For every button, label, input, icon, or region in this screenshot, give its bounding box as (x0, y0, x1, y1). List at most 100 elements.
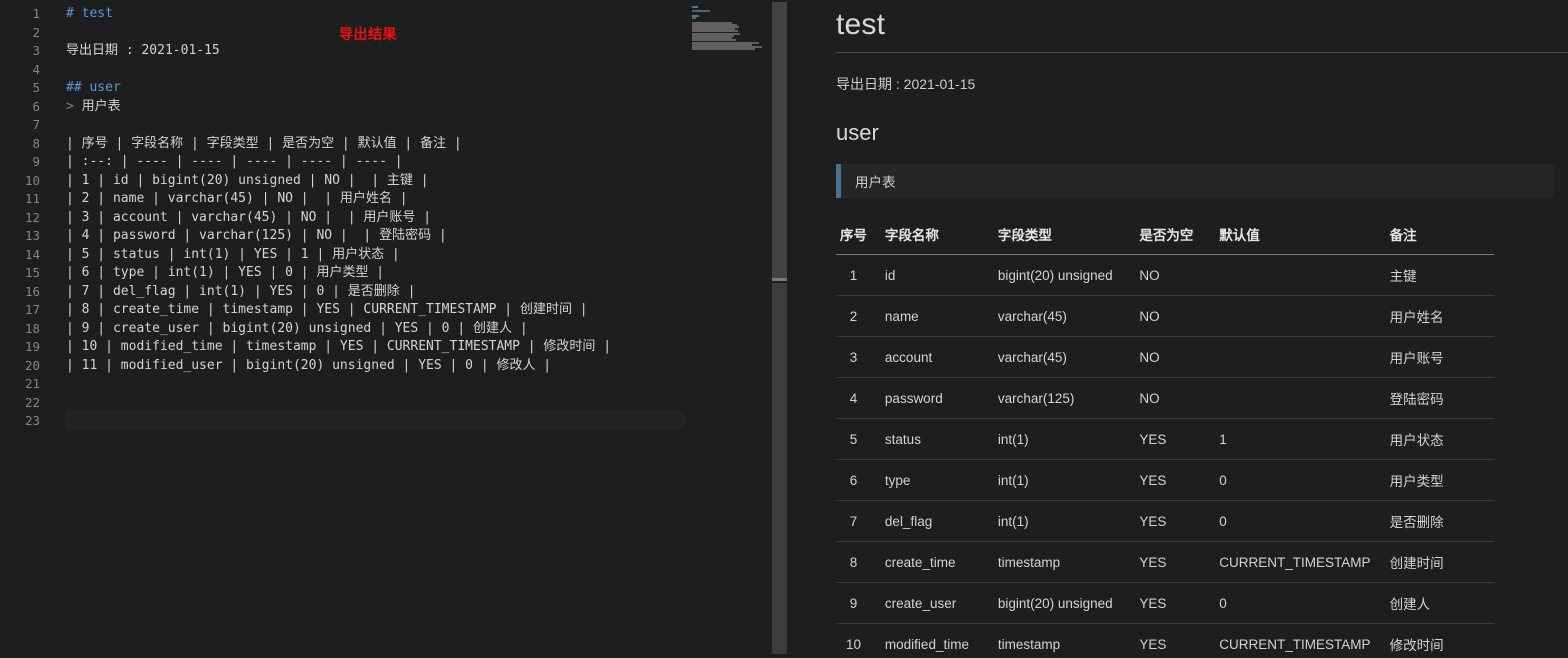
minimap-line (692, 6, 699, 8)
minimap-line (692, 17, 697, 20)
code-line[interactable]: 9 | :--: | ---- | ---- | ---- | ---- | --… (0, 153, 690, 172)
table-cell: 用户姓名 (1389, 295, 1494, 337)
table-cell: timestamp (997, 623, 1140, 658)
line-text: | 3 | account | varchar(45) | NO | | 用户账… (66, 209, 432, 225)
code-line[interactable]: 17 | 8 | create_time | timestamp | YES | … (0, 301, 690, 320)
code-line[interactable]: 13 | 4 | password | varchar(125) | NO | |… (0, 227, 690, 246)
preview-content: test 导出日期 : 2021-01-15 user 用户表 序号 字段名称 字段… (836, 0, 1568, 658)
line-number: 8 (32, 135, 40, 151)
code-line[interactable]: 7 (0, 116, 690, 135)
table-cell: create_user (884, 582, 998, 624)
table-row: 3 account varchar(45) NO 用户账号 (836, 336, 1494, 378)
scrollbar-track-lower[interactable] (772, 283, 787, 654)
line-text: | 7 | del_flag | int(1) | YES | 0 | 是否删除… (66, 283, 416, 299)
table-cell: 4 (836, 377, 885, 419)
table-cell: 用户状态 (1389, 418, 1494, 460)
minimap-line (692, 10, 710, 13)
code-line[interactable]: 12 | 3 | account | varchar(45) | NO | | 用… (0, 209, 690, 228)
table-cell: NO (1139, 295, 1220, 337)
table-header-row: 序号 字段名称 字段类型 是否为空 默认值 备注 (836, 220, 1494, 255)
line-number: 15 (24, 265, 40, 280)
table-cell: CURRENT_TIMESTAMP (1219, 623, 1390, 658)
scrollbar-position-marker (772, 278, 787, 281)
table-column-header: 默认值 (1219, 220, 1390, 255)
code-line[interactable]: 4 (0, 61, 690, 80)
code-line[interactable]: 23 (0, 412, 690, 431)
table-cell: timestamp (997, 541, 1140, 583)
line-text: | 8 | create_time | timestamp | YES | CU… (66, 302, 588, 317)
line-number: 10 (24, 172, 40, 188)
table-cell: id (884, 254, 998, 296)
code-line[interactable]: 16 | 7 | del_flag | int(1) | YES | 0 | 是否… (0, 283, 690, 302)
table-row: 1 id bigint(20) unsigned NO 主键 (836, 254, 1494, 296)
table-head: 序号 字段名称 字段类型 是否为空 默认值 备注 (836, 220, 1494, 255)
table-cell (1219, 336, 1390, 378)
code-line[interactable]: 6 > 用户表 (0, 98, 690, 117)
line-number: 11 (24, 191, 40, 206)
code-editor-area[interactable]: 1 # test 2 3 导出日期 : 2021-01-15 4 5 ## user 6 > 用户… (0, 0, 690, 658)
line-text: | 6 | type | int(1) | YES | 0 | 用户类型 | (66, 265, 385, 280)
code-line[interactable]: 20 | 11 | modified_user | bigint(20) unsi… (0, 357, 690, 376)
table-cell: NO (1139, 336, 1220, 378)
line-number: 21 (24, 376, 40, 391)
table-cell: del_flag (884, 500, 998, 542)
table-cell: YES (1139, 541, 1220, 583)
table-cell: 8 (836, 541, 885, 583)
line-text: | 2 | name | varchar(45) | NO | | 用户姓名 | (66, 191, 408, 206)
table-cell: bigint(20) unsigned (997, 254, 1140, 296)
line-text: | 11 | modified_user | bigint(20) unsign… (66, 357, 552, 373)
code-line[interactable]: 19 | 10 | modified_time | timestamp | YES… (0, 338, 690, 357)
editor-minimap[interactable] (688, 0, 772, 658)
preview-blockquote: 用户表 (836, 164, 1554, 198)
line-number: 9 (32, 154, 40, 169)
markdown-preview-pane[interactable]: test 导出日期 : 2021-01-15 user 用户表 序号 字段名称 字段… (790, 0, 1568, 658)
table-cell: YES (1139, 500, 1220, 542)
table-cell: 0 (1219, 459, 1390, 501)
code-line[interactable]: 8 | 序号 | 字段名称 | 字段类型 | 是否为空 | 默认值 | 备注 | (0, 135, 690, 154)
editor-vertical-scrollbar[interactable] (772, 0, 788, 658)
code-line[interactable]: 10 | 1 | id | bigint(20) unsigned | NO | … (0, 172, 690, 191)
table-cell: status (884, 418, 998, 460)
table-cell: 10 (836, 623, 885, 658)
line-number: 12 (24, 209, 40, 225)
code-line[interactable]: 21 (0, 375, 690, 394)
table-cell: 修改时间 (1389, 623, 1494, 658)
annotation-export-result: 导出结果 (339, 26, 397, 42)
code-line[interactable]: 1 # test (0, 5, 690, 24)
markdown-editor-pane[interactable]: 1 # test 2 3 导出日期 : 2021-01-15 4 5 ## user 6 > 用户… (0, 0, 772, 658)
line-text: | :--: | ---- | ---- | ---- | ---- | ---… (66, 154, 403, 169)
code-line[interactable]: 14 | 5 | status | int(1) | YES | 1 | 用户状态… (0, 246, 690, 265)
table-cell: account (884, 336, 998, 378)
table-cell: 7 (836, 500, 885, 542)
table-cell (1219, 377, 1390, 419)
line-number: 19 (24, 339, 40, 354)
code-line[interactable]: 3 导出日期 : 2021-01-15 (0, 42, 690, 61)
code-line[interactable]: 11 | 2 | name | varchar(45) | NO | | 用户姓名… (0, 190, 690, 209)
line-text: | 序号 | 字段名称 | 字段类型 | 是否为空 | 默认值 | 备注 | (66, 135, 462, 151)
code-line[interactable]: 5 ## user (0, 79, 690, 98)
preview-title: test (836, 0, 1568, 53)
table-cell: YES (1139, 623, 1220, 658)
table-body: 1 id bigint(20) unsigned NO 主键 2 name varchar(4… (836, 254, 1494, 658)
code-line[interactable]: 18 | 9 | create_user | bigint(20) unsigne… (0, 320, 690, 339)
line-number: 23 (24, 413, 40, 428)
code-line[interactable]: 22 (0, 394, 690, 413)
line-number: 3 (32, 43, 40, 58)
table-cell: YES (1139, 459, 1220, 501)
table-cell: int(1) (997, 500, 1140, 542)
table-row: 2 name varchar(45) NO 用户姓名 (836, 295, 1494, 337)
table-row: 9 create_user bigint(20) unsigned YES 0 创建人 (836, 582, 1494, 624)
table-cell: CURRENT_TIMESTAMP (1219, 541, 1390, 583)
table-cell: 3 (836, 336, 885, 378)
table-cell: create_time (884, 541, 998, 583)
line-number: 1 (32, 6, 40, 21)
code-line[interactable]: 15 | 6 | type | int(1) | YES | 0 | 用户类型 | (0, 264, 690, 283)
table-cell: YES (1139, 418, 1220, 460)
line-number: 6 (32, 98, 40, 114)
line-text: > 用户表 (66, 98, 121, 114)
table-cell: varchar(125) (997, 377, 1140, 419)
line-number: 14 (24, 246, 40, 262)
scrollbar-thumb[interactable] (772, 2, 787, 279)
table-cell: varchar(45) (997, 295, 1140, 337)
line-text: | 1 | id | bigint(20) unsigned | NO | | … (66, 172, 429, 188)
